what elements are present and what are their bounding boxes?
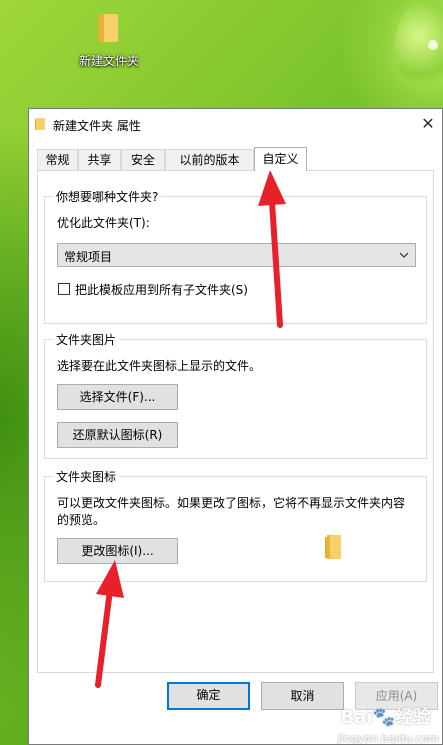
apply-template-checkbox[interactable] — [58, 283, 70, 295]
icons-description-line1: 可以更改文件夹图标。如果更改了图标，它将不再显示文件夹内容 — [57, 496, 406, 510]
watermark-logo: Bai🐾经验 — [340, 707, 431, 728]
icons-description-line2: 的预览。 — [57, 513, 106, 527]
change-icon-button[interactable]: 更改图标(I)... — [57, 538, 178, 564]
group-folder-icons: 文件夹图标 可以更改文件夹图标。如果更改了图标，它将不再显示文件夹内容 的预览。… — [44, 468, 427, 582]
choose-file-button[interactable]: 选择文件(F)... — [57, 384, 178, 410]
cancel-button[interactable]: 取消 — [261, 682, 344, 710]
group-folder-type: 你想要哪种文件夹? 优化此文件夹(T): 常规项目 把此模板应用到所有子文件夹(… — [44, 188, 427, 324]
folder-icon — [96, 12, 122, 44]
apply-template-label[interactable]: 把此模板应用到所有子文件夹(S) — [75, 281, 248, 298]
combo-value: 常规项目 — [64, 250, 113, 264]
ok-button[interactable]: 确定 — [167, 682, 250, 710]
tab-sharing[interactable]: 共享 — [78, 149, 121, 170]
tab-general[interactable]: 常规 — [37, 149, 78, 170]
tab-customize[interactable]: 自定义 — [254, 147, 307, 171]
restore-default-button[interactable]: 还原默认图标(R) — [57, 422, 178, 448]
group-title-folder-type: 你想要哪种文件夹? — [53, 188, 162, 205]
chevron-down-icon — [398, 249, 410, 261]
optimize-combo[interactable]: 常规项目 — [57, 243, 416, 267]
group-title-folder-icons: 文件夹图标 — [53, 468, 120, 485]
pictures-description: 选择要在此文件夹图标上显示的文件。 — [57, 359, 262, 373]
customize-panel: 你想要哪种文件夹? 优化此文件夹(T): 常规项目 把此模板应用到所有子文件夹(… — [37, 170, 434, 673]
folder-icon — [35, 118, 45, 130]
title-bar[interactable]: 新建文件夹 属性 ✕ — [29, 109, 442, 139]
watermark-text: jingyan.baidu.com — [337, 732, 439, 745]
window-title: 新建文件夹 属性 — [53, 119, 141, 133]
background-highlight — [428, 40, 438, 50]
tab-security[interactable]: 安全 — [121, 149, 165, 170]
desktop-folder-shortcut[interactable]: 新建文件夹 — [72, 12, 146, 69]
properties-dialog: 新建文件夹 属性 ✕ 常规 共享 安全 以前的版本 自定义 你想要哪种文件夹? … — [28, 108, 443, 745]
close-icon[interactable]: ✕ — [416, 113, 440, 135]
group-folder-pictures: 文件夹图片 选择要在此文件夹图标上显示的文件。 选择文件(F)... 还原默认图… — [44, 331, 427, 459]
group-title-folder-pictures: 文件夹图片 — [53, 331, 120, 348]
folder-icon — [325, 535, 341, 559]
tab-previous-versions[interactable]: 以前的版本 — [165, 149, 254, 170]
desktop-icon-label: 新建文件夹 — [78, 54, 139, 68]
optimize-label: 优化此文件夹(T): — [57, 216, 150, 230]
